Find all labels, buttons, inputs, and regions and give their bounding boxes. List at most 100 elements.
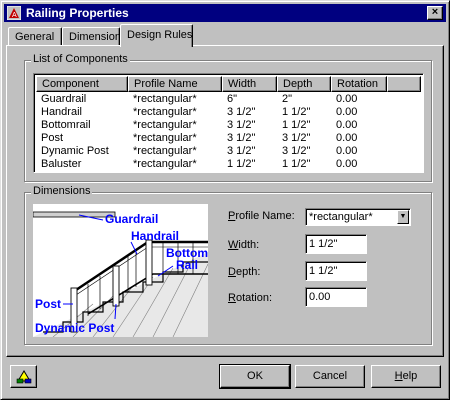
cell-rotation: 0.00 (336, 158, 358, 170)
ok-button[interactable]: OK (219, 364, 291, 389)
list-item[interactable]: Post *rectangular* 3 1/2" 3 1/2" 0.00 (36, 132, 421, 145)
tab-design-rules[interactable]: Design Rules (120, 24, 193, 47)
column-header-label: Width (228, 78, 257, 90)
mnemonic: R (228, 292, 236, 304)
rotation-value: 0.00 (309, 291, 331, 303)
cell-rotation: 0.00 (336, 106, 358, 118)
cell-depth: 3 1/2" (282, 132, 311, 144)
cell-depth: 1 1/2" (282, 106, 311, 118)
width-label: Width: (228, 239, 259, 251)
cell-rotation: 0.00 (336, 132, 358, 144)
list-header: Component Profile Name Width Depth Rotat… (36, 76, 421, 92)
callout-handrail: Handrail (131, 229, 179, 243)
floating-viewer-button[interactable] (10, 365, 37, 388)
cell-depth: 1 1/2" (282, 119, 311, 131)
list-item[interactable]: Dynamic Post *rectangular* 3 1/2" 3 1/2"… (36, 145, 421, 158)
tab-dimensions[interactable]: Dimensions (62, 27, 126, 47)
label-text: otation: (235, 292, 273, 304)
cell-rotation: 0.00 (336, 145, 358, 157)
cell-width: 3 1/2" (227, 119, 256, 131)
cell-profile-name: *rectangular* (133, 93, 197, 105)
close-button[interactable]: × (427, 6, 443, 20)
cell-component: Guardrail (41, 93, 87, 105)
column-header-label: Depth (283, 78, 313, 90)
cancel-button-label: Cancel (312, 370, 348, 382)
depth-label: Depth: (228, 266, 260, 278)
railing-illustration: Guardrail Handrail Bottom Rail Post Dyna… (32, 204, 209, 338)
column-header-rotation[interactable]: Rotation (331, 76, 387, 92)
cell-rotation: 0.00 (336, 119, 358, 131)
cancel-button[interactable]: Cancel (295, 365, 365, 388)
column-header-label: Component (42, 78, 99, 90)
depth-value: 1 1/2" (309, 265, 338, 277)
callout-dynamic-post: Dynamic Post (35, 321, 114, 335)
depth-field[interactable]: 1 1/2" (305, 261, 367, 281)
title-bar[interactable]: A Railing Properties × (4, 4, 446, 22)
mnemonic: W (228, 239, 239, 251)
cell-profile-name: *rectangular* (133, 119, 197, 131)
column-header-component[interactable]: Component (36, 76, 128, 92)
column-header-profile-name[interactable]: Profile Name (128, 76, 222, 92)
ok-button-label: OK (247, 370, 263, 382)
cell-component: Post (41, 132, 64, 144)
column-header-label: Rotation (337, 78, 378, 90)
callout-rail: Rail (176, 258, 198, 272)
profile-name-value: *rectangular* (309, 211, 373, 223)
label-text: idth: (238, 239, 260, 251)
column-header-blank (387, 76, 421, 92)
railing-diagram-icon: Guardrail Handrail Bottom Rail Post Dyna… (32, 211, 209, 338)
cell-width: 3 1/2" (227, 145, 256, 157)
list-item[interactable]: Handrail *rectangular* 3 1/2" 1 1/2" 0.0… (36, 106, 421, 119)
cell-component: Dynamic Post (41, 145, 109, 157)
mnemonic: H (394, 370, 403, 382)
chevron-down-icon[interactable]: ▼ (397, 210, 409, 224)
floating-viewer-icon (16, 370, 31, 384)
profile-name-label: Profile Name: (228, 210, 295, 222)
width-field[interactable]: 1 1/2" (305, 234, 367, 254)
tab-general[interactable]: General (8, 27, 62, 47)
dimensions-group-label: Dimensions (31, 185, 93, 197)
components-group: List of Components Component Profile Nam… (24, 53, 432, 182)
cell-width: 6" (227, 93, 238, 105)
cell-component: Handrail (41, 106, 82, 118)
tab-label: Design Rules (127, 29, 193, 41)
cell-component: Baluster (41, 158, 82, 170)
window-title: Railing Properties (26, 6, 129, 20)
width-value: 1 1/2" (309, 238, 338, 250)
cell-profile-name: *rectangular* (133, 145, 197, 157)
profile-name-dropdown[interactable]: *rectangular* ▼ (305, 208, 411, 226)
rotation-field[interactable]: 0.00 (305, 287, 367, 307)
components-group-label: List of Components (31, 53, 130, 65)
dimensions-group: Dimensions Guardrail Handrail Bottom Rai… (24, 185, 432, 345)
cell-width: 3 1/2" (227, 132, 256, 144)
list-item[interactable]: Baluster *rectangular* 1 1/2" 1 1/2" 0.0… (36, 158, 421, 171)
tab-panel-design-rules: List of Components Component Profile Nam… (6, 45, 444, 357)
svg-text:A: A (12, 12, 17, 19)
callout-post: Post (35, 297, 61, 311)
cell-depth: 1 1/2" (282, 158, 311, 170)
list-item[interactable]: Bottomrail *rectangular* 3 1/2" 1 1/2" 0… (36, 119, 421, 132)
column-header-label: Profile Name (134, 78, 198, 90)
close-icon: × (431, 6, 439, 18)
cell-depth: 2" (282, 93, 293, 105)
callout-guardrail: Guardrail (105, 212, 158, 226)
rotation-label: Rotation: (228, 292, 272, 304)
cell-profile-name: *rectangular* (133, 158, 197, 170)
column-header-width[interactable]: Width (222, 76, 277, 92)
help-button-label: elp (402, 370, 418, 382)
help-button[interactable]: Help (371, 365, 441, 388)
cell-depth: 3 1/2" (282, 145, 311, 157)
tab-label: Dimensions (69, 31, 127, 43)
label-text: epth: (235, 266, 261, 278)
autocad-app-icon: A (7, 6, 21, 20)
list-item[interactable]: Guardrail *rectangular* 6" 2" 0.00 (36, 93, 421, 106)
tab-label: General (15, 31, 55, 43)
cell-component: Bottomrail (41, 119, 91, 131)
cell-rotation: 0.00 (336, 93, 358, 105)
cell-profile-name: *rectangular* (133, 132, 197, 144)
column-header-depth[interactable]: Depth (277, 76, 331, 92)
components-list[interactable]: Component Profile Name Width Depth Rotat… (33, 73, 424, 173)
cell-profile-name: *rectangular* (133, 106, 197, 118)
cell-width: 3 1/2" (227, 106, 256, 118)
railing-properties-dialog: A Railing Properties × General Dimension… (0, 0, 450, 400)
